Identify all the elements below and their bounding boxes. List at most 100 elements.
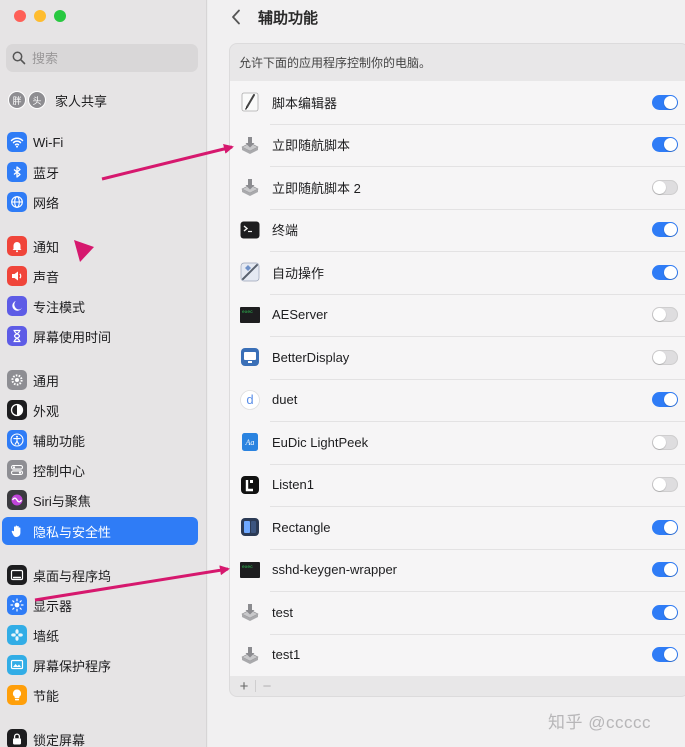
sidebar-item-label: 网络 — [33, 195, 60, 211]
eudic-icon: Aa — [239, 431, 261, 453]
moon-icon — [7, 296, 27, 316]
svg-text:d: d — [246, 392, 253, 407]
close-window-button[interactable] — [14, 10, 26, 22]
app-permission-toggle[interactable] — [652, 137, 678, 153]
app-permission-toggle[interactable] — [652, 562, 678, 578]
app-permission-toggle[interactable] — [652, 222, 678, 238]
sidebar-item-gear[interactable]: 通用 — [2, 366, 198, 394]
app-permission-toggle[interactable] — [652, 94, 678, 110]
control-center-icon — [7, 460, 27, 480]
siri-icon — [7, 490, 27, 510]
toggle-knob — [664, 138, 677, 152]
app-permission-toggle[interactable] — [652, 604, 678, 620]
sidebar-item-label: Wi-Fi — [33, 134, 64, 150]
sidebar-item-label: 通知 — [33, 239, 60, 255]
app-name: 立即随航脚本 2 — [272, 180, 361, 196]
toggle-knob — [664, 563, 677, 577]
sidebar-item-label: 专注模式 — [33, 299, 86, 315]
search-icon — [12, 51, 26, 65]
terminal-exec-icon: exec — [239, 559, 261, 581]
app-row: exec sshd-keygen-wrapper — [230, 548, 685, 592]
globe-icon — [7, 192, 27, 212]
app-permission-toggle[interactable] — [652, 349, 678, 365]
app-permission-toggle[interactable] — [652, 179, 678, 195]
minimize-window-button[interactable] — [34, 10, 46, 22]
panel-description: 允许下面的应用程序控制你的电脑。 — [239, 55, 432, 70]
sidebar-item-sun[interactable]: 显示器 — [2, 591, 198, 619]
avatar: 胖 — [8, 91, 26, 109]
app-name: sshd-keygen-wrapper — [272, 562, 398, 578]
sidebar-item-label: 外观 — [33, 403, 60, 419]
duet-icon: d — [239, 389, 261, 411]
sidebar-item-label: 家人共享 — [55, 93, 108, 109]
toggle-knob — [653, 478, 666, 492]
screensaver-icon — [7, 655, 27, 675]
listen1-icon — [239, 474, 261, 496]
sidebar-item-bulb[interactable]: 节能 — [2, 681, 198, 709]
chevron-left-icon — [232, 9, 240, 25]
sidebar-item-label: 锁定屏幕 — [33, 732, 86, 747]
back-button[interactable] — [224, 5, 248, 29]
app-name: test1 — [272, 647, 301, 663]
toggle-knob — [653, 435, 666, 449]
app-permission-toggle[interactable] — [652, 307, 678, 323]
app-name: 脚本编辑器 — [272, 95, 338, 111]
sidebar-item-bluetooth[interactable]: 蓝牙 — [2, 158, 198, 186]
sidebar-item-flower[interactable]: 墙纸 — [2, 621, 198, 649]
app-row: Aa EuDic LightPeek — [230, 421, 685, 464]
sidebar-item-label: 声音 — [33, 269, 60, 285]
sidebar-item-speaker[interactable]: 声音 — [2, 262, 198, 290]
remove-app-button[interactable]: − — [258, 678, 276, 695]
lock-icon — [7, 729, 27, 747]
sidebar-item-family-sharing[interactable]: 胖 头 家人共享 — [6, 88, 198, 112]
list-footer: + − — [230, 675, 685, 696]
app-name: 立即随航脚本 — [272, 138, 351, 154]
dock-icon — [7, 565, 27, 585]
sidebar-item-globe[interactable]: 网络 — [2, 188, 198, 216]
app-row: Rectangle — [230, 506, 685, 549]
sidebar-item-wifi[interactable]: Wi-Fi — [2, 128, 198, 156]
sidebar-item-appearance[interactable]: 外观 — [2, 396, 198, 424]
app-row: 自动操作 — [230, 251, 685, 294]
app-permission-toggle[interactable] — [652, 434, 678, 450]
app-permission-toggle[interactable] — [652, 519, 678, 535]
sidebar-item-label: 辅助功能 — [33, 433, 86, 449]
header: 辅助功能 — [208, 0, 685, 34]
divider — [255, 680, 256, 692]
wifi-icon — [7, 132, 27, 152]
app-row: Listen1 — [230, 463, 685, 507]
sidebar-item-accessibility[interactable]: 辅助功能 — [2, 426, 198, 454]
sidebar-item-lock[interactable]: 锁定屏幕 — [2, 725, 198, 747]
sidebar-item-siri[interactable]: Siri与聚焦 — [2, 486, 198, 514]
page-title: 辅助功能 — [258, 9, 319, 27]
app-permission-toggle[interactable] — [652, 477, 678, 493]
app-name: BetterDisplay — [272, 349, 350, 365]
sidebar-item-control-center[interactable]: 控制中心 — [2, 456, 198, 484]
installer-icon — [239, 134, 261, 156]
zoom-window-button[interactable] — [54, 10, 66, 22]
app-row: BetterDisplay — [230, 336, 685, 379]
bulb-icon — [7, 685, 27, 705]
sidebar-item-label: 墙纸 — [33, 628, 60, 644]
sidebar-item-label: 屏幕保护程序 — [33, 658, 112, 674]
add-app-button[interactable]: + — [235, 678, 253, 695]
sidebar: 胖 头 家人共享 Wi-Fi 蓝牙网络通知声音专注模式屏幕使用时间通用外观辅助功能… — [0, 0, 207, 747]
app-permission-toggle[interactable] — [652, 647, 678, 663]
app-permission-toggle[interactable] — [652, 264, 678, 280]
sidebar-item-screensaver[interactable]: 屏幕保护程序 — [2, 651, 198, 679]
sidebar-item-label: 隐私与安全性 — [33, 524, 112, 540]
sidebar-item-label: 桌面与程序坞 — [33, 568, 112, 584]
toggle-knob — [664, 393, 677, 407]
app-row: test1 — [230, 633, 685, 677]
automator-icon — [239, 261, 261, 283]
sidebar-item-hand[interactable]: 隐私与安全性 — [2, 517, 198, 545]
toggle-knob — [653, 180, 666, 194]
sidebar-item-moon[interactable]: 专注模式 — [2, 292, 198, 320]
search-input[interactable] — [32, 50, 182, 66]
sidebar-item-hourglass[interactable]: 屏幕使用时间 — [2, 322, 198, 350]
sidebar-item-dock[interactable]: 桌面与程序坞 — [2, 561, 198, 589]
sidebar-item-bell[interactable]: 通知 — [2, 232, 198, 260]
search-field[interactable] — [6, 44, 198, 72]
svg-text:exec: exec — [242, 565, 253, 570]
app-permission-toggle[interactable] — [652, 392, 678, 408]
